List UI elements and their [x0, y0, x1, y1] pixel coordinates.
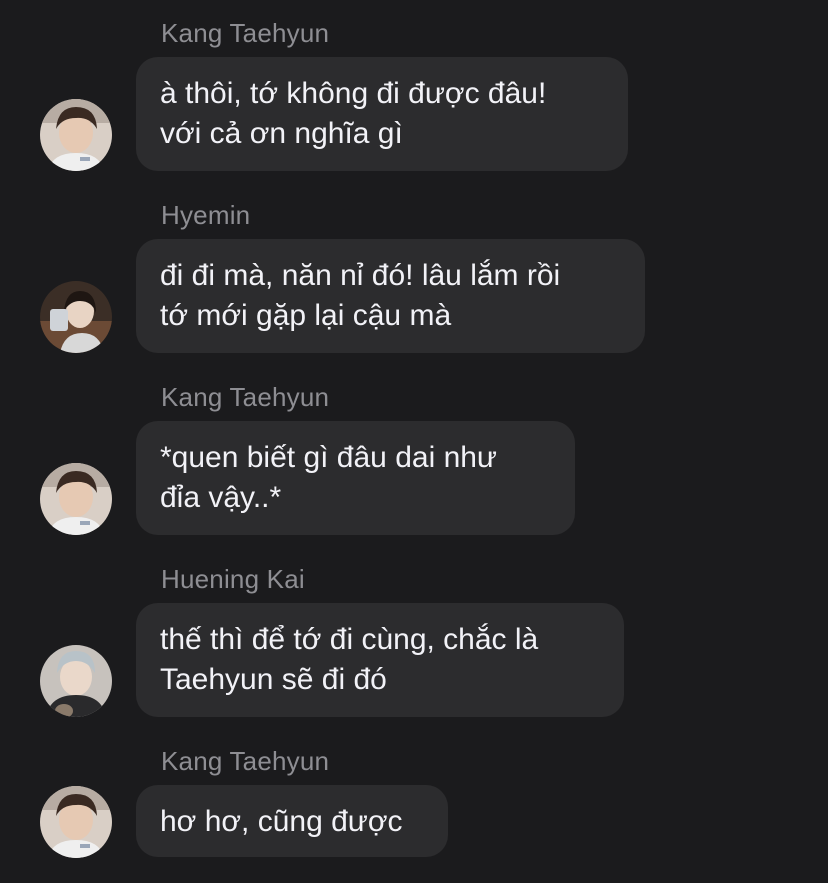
taehyun-avatar-icon: [40, 463, 112, 535]
avatar[interactable]: [40, 786, 112, 858]
message-text-line: đi đi mà, năn nỉ đó! lâu lắm rồi: [160, 259, 561, 292]
avatar[interactable]: [40, 99, 112, 171]
sender-name: Kang Taehyun: [161, 746, 330, 776]
sender-name: Kang Taehyun: [161, 18, 330, 48]
message-bubble[interactable]: thế thì để tớ đi cùng, chắc là Taehyun s…: [136, 603, 624, 717]
avatar[interactable]: [40, 463, 112, 535]
message-bubble[interactable]: à thôi, tớ không đi được đâu! với cả ơn …: [136, 57, 628, 171]
message-bubble[interactable]: hơ hơ, cũng được: [136, 785, 448, 857]
message-text-line: tớ mới gặp lại cậu mà: [160, 299, 452, 332]
message-text-line: hơ hơ, cũng được: [160, 805, 403, 838]
taehyun-avatar-icon: [40, 786, 112, 858]
message-text-line: à thôi, tớ không đi được đâu!: [160, 77, 547, 110]
hueningkai-avatar-icon: [40, 645, 112, 717]
taehyun-avatar-icon: [40, 99, 112, 171]
sender-name: Hyemin: [161, 200, 251, 230]
sender-name: Huening Kai: [161, 564, 305, 594]
message-bubble[interactable]: đi đi mà, năn nỉ đó! lâu lắm rồi tớ mới …: [136, 239, 645, 353]
avatar[interactable]: [40, 645, 112, 717]
message-bubble[interactable]: *quen biết gì đâu dai như đỉa vậy..*: [136, 421, 575, 535]
message-text-line: thế thì để tớ đi cùng, chắc là: [160, 623, 539, 656]
sender-name: Kang Taehyun: [161, 382, 330, 412]
hyemin-avatar-icon: [40, 281, 112, 353]
chat-screen: { "messages": [ { "sender": "Kang Taehyu…: [0, 0, 828, 883]
message-text-line: đỉa vậy..*: [160, 481, 282, 514]
message-text-line: *quen biết gì đâu dai như: [160, 441, 498, 474]
avatar[interactable]: [40, 281, 112, 353]
message-text-line: Taehyun sẽ đi đó: [160, 663, 387, 696]
message-text-line: với cả ơn nghĩa gì: [160, 117, 403, 150]
